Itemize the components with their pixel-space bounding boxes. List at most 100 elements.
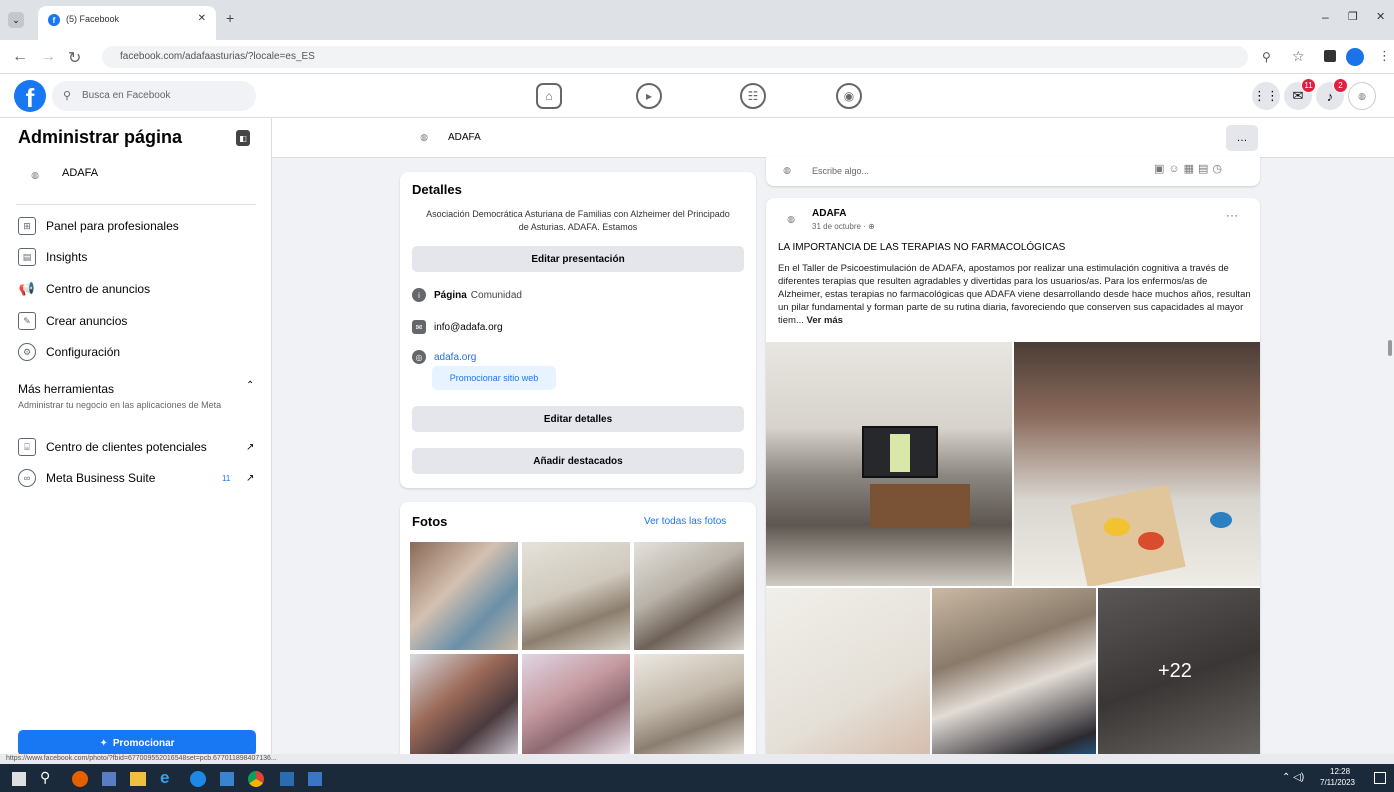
see-all-photos-link[interactable]: Ver todas las fotos	[644, 516, 726, 527]
window-close-icon[interactable]: ✕	[1376, 10, 1385, 23]
marketplace-icon[interactable]: ☷	[740, 83, 766, 109]
post-photo-table[interactable]	[766, 588, 930, 755]
sidepanel-icon[interactable]	[1324, 50, 1336, 62]
see-more-link[interactable]: Ver más	[807, 315, 843, 326]
post-author[interactable]: ADAFA	[812, 208, 846, 219]
edge-icon[interactable]: e	[160, 768, 169, 788]
page-header-avatar[interactable]: ◍	[410, 123, 438, 151]
post-photo-more[interactable]: +22	[1098, 588, 1260, 755]
photo-thumb[interactable]	[522, 654, 630, 754]
leads-icon: ⌸	[18, 438, 36, 456]
taskbar-app-icon[interactable]	[102, 772, 116, 786]
reload-icon[interactable]: ↻	[68, 48, 81, 68]
promote-button[interactable]: ✦ Promocionar	[18, 730, 256, 756]
notification-center-icon[interactable]	[1374, 772, 1386, 784]
back-icon[interactable]: ←	[12, 48, 28, 66]
url-field[interactable]: facebook.com/adafaasturias/?locale=es_ES	[102, 46, 1248, 68]
new-tab-icon[interactable]: +	[226, 10, 234, 26]
edit-bio-button[interactable]: Editar presentación	[412, 246, 744, 272]
file-explorer-icon[interactable]	[130, 772, 146, 786]
composer-actions-icons[interactable]: ▣☺▦▤◷	[1154, 162, 1226, 175]
globe-icon: ◎	[412, 350, 426, 364]
more-label: …	[1236, 132, 1248, 144]
account-avatar[interactable]: ◍	[1348, 82, 1376, 110]
taskbar-date[interactable]: 7/11/2023	[1320, 778, 1355, 787]
composer-avatar: ◍	[776, 159, 798, 181]
sidebar-item-settings[interactable]: ⚙ Configuración	[18, 340, 268, 364]
megaphone-icon: 📢	[18, 281, 36, 296]
firefox-icon[interactable]	[72, 771, 88, 787]
sidebar-item-leads-center[interactable]: ⌸ Centro de clientes potenciales ↗	[18, 435, 268, 459]
restore-icon[interactable]: ❐	[1348, 10, 1358, 23]
forward-icon[interactable]: →	[40, 48, 56, 66]
collapse-sidebar-icon[interactable]: ◧	[236, 130, 250, 146]
photo-thumb[interactable]	[410, 654, 518, 754]
messenger-badge: 11	[1301, 78, 1316, 93]
photo-thumb[interactable]	[410, 542, 518, 650]
post-avatar[interactable]: ◍	[778, 206, 804, 232]
taskbar-app-icon[interactable]	[308, 772, 322, 786]
sidebar-item-label: Crear anuncios	[46, 314, 128, 328]
sidebar-item-create-ads[interactable]: ✎ Crear anuncios	[18, 309, 268, 333]
windows-start-icon[interactable]	[12, 772, 26, 786]
facebook-header: f ⚲ Busca en Facebook ⌂ ▸ ☷ ◉ ⋮⋮ ✉ 11 ♪ …	[0, 74, 1394, 118]
puzzle-board	[1070, 484, 1186, 586]
profile-icon[interactable]	[1346, 48, 1364, 66]
more-tools-title[interactable]: Más herramientas	[18, 382, 114, 396]
category-label: Página	[434, 289, 467, 301]
browser-tab-bar: ⌄ f (5) Facebook ✕ + – ❐ ✕	[0, 0, 1394, 40]
chevron-up-icon[interactable]: ⌃	[246, 380, 254, 391]
notifications-icon[interactable]: ♪ 2	[1316, 78, 1348, 110]
search-input[interactable]: ⚲ Busca en Facebook	[52, 81, 256, 111]
email-value[interactable]: info@adafa.org	[434, 322, 503, 333]
minimize-icon[interactable]: –	[1322, 10, 1329, 24]
sidebar-item-insights[interactable]: ▤ Insights	[18, 245, 268, 269]
post-photo-tablet[interactable]	[932, 588, 1096, 755]
promote-website-button[interactable]: Promocionar sitio web	[432, 366, 556, 390]
post-date[interactable]: 31 de octubre · ⊕	[812, 222, 875, 231]
sidebar-title: Administrar página	[18, 127, 183, 147]
post-photo-puzzle[interactable]	[1014, 342, 1260, 586]
browser-menu-icon[interactable]: ⋮	[1378, 48, 1391, 64]
photo-thumb[interactable]	[634, 654, 744, 754]
photo-thumb[interactable]	[634, 542, 744, 650]
bookmark-star-icon[interactable]: ☆	[1292, 48, 1305, 65]
taskbar-app-icon[interactable]	[280, 772, 294, 786]
facebook-logo-icon[interactable]: f	[14, 80, 46, 112]
menu-grid-icon[interactable]: ⋮⋮	[1252, 82, 1280, 110]
sidebar-item-label: Centro de clientes potenciales	[46, 440, 207, 454]
gaming-icon[interactable]: ◉	[836, 83, 862, 109]
tab-menu-icon[interactable]: ⌄	[8, 12, 24, 28]
chrome-icon[interactable]	[248, 771, 264, 787]
post-photo-classroom[interactable]	[766, 342, 1012, 586]
messenger-icon[interactable]: ✉ 11	[1284, 78, 1316, 110]
website-link[interactable]: adafa.org	[434, 352, 476, 363]
category-value: Comunidad	[470, 289, 522, 301]
home-icon[interactable]: ⌂	[536, 83, 562, 109]
sidebar-page-name[interactable]: ADAFA	[62, 167, 98, 179]
system-tray-icons[interactable]: ⌃ ◁)	[1282, 772, 1304, 783]
promote-website-label: Promocionar sitio web	[449, 373, 539, 383]
photo-thumb[interactable]	[522, 542, 630, 650]
taskbar-time[interactable]: 12:28	[1330, 767, 1350, 776]
video-icon[interactable]: ▸	[636, 83, 662, 109]
sidebar-item-ads-center[interactable]: 📢 Centro de anuncios	[18, 277, 268, 301]
extensions-icon[interactable]: ⚲	[1262, 50, 1271, 64]
scrollbar-thumb[interactable]	[1388, 340, 1392, 356]
sidebar-item-meta-business[interactable]: ∞ Meta Business Suite 11 ↗	[18, 466, 268, 490]
page-more-button[interactable]: …	[1226, 125, 1258, 151]
tv-screen	[862, 426, 938, 478]
add-featured-button[interactable]: Añadir destacados	[412, 448, 744, 474]
browser-tab[interactable]: f (5) Facebook ✕	[38, 6, 216, 40]
taskbar-app-icon[interactable]	[190, 771, 206, 787]
sidebar-item-panel[interactable]: ⊞ Panel para profesionales	[18, 214, 268, 238]
taskbar-search-icon[interactable]: ⚲	[40, 769, 50, 786]
more-tools-subtitle: Administrar tu negocio en las aplicacion…	[18, 400, 222, 410]
tab-close-icon[interactable]: ✕	[198, 13, 206, 24]
page-avatar[interactable]: ◍	[18, 158, 52, 192]
store-icon[interactable]	[220, 772, 234, 786]
post-options-icon[interactable]: ···	[1226, 208, 1238, 222]
page-header-name[interactable]: ADAFA	[448, 132, 481, 143]
edit-details-button[interactable]: Editar detalles	[412, 406, 744, 432]
composer-input[interactable]: Escribe algo...	[812, 166, 869, 176]
